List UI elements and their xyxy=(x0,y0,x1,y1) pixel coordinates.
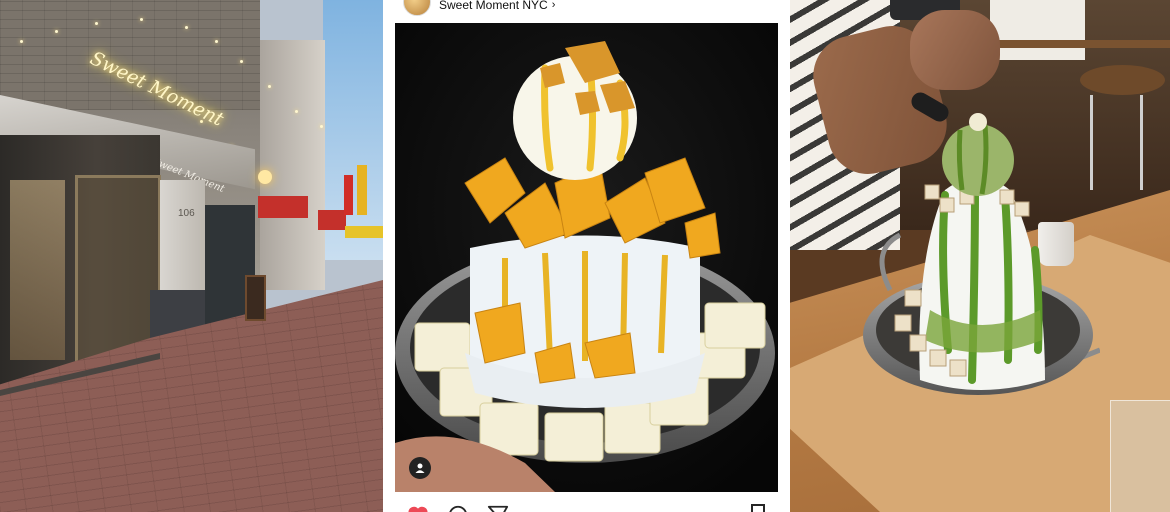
user-tag-icon[interactable] xyxy=(409,457,431,479)
bookmark-icon[interactable] xyxy=(750,504,766,512)
username-link[interactable]: Sweet Moment NYC xyxy=(439,0,548,12)
stool-leg xyxy=(1140,95,1143,190)
matcha-bingsu-illustration xyxy=(863,113,1100,395)
red-shop-sign-far xyxy=(318,210,346,230)
chevron-right-icon[interactable]: › xyxy=(552,0,556,11)
yellow-banner xyxy=(345,226,383,238)
share-icon[interactable] xyxy=(487,504,509,512)
stool-seat xyxy=(1080,65,1165,95)
glass xyxy=(1110,400,1170,512)
mango-bingsu-illustration xyxy=(395,23,778,492)
post-action-bar xyxy=(407,504,509,512)
vertical-yellow-sign xyxy=(357,165,367,215)
post-image[interactable] xyxy=(395,23,778,492)
post-header[interactable]: Sweet Moment NYC › xyxy=(403,0,555,16)
red-shop-sign xyxy=(258,196,308,218)
street-photo-panel: Sweet Moment Sweet Moment 106 xyxy=(0,0,383,512)
hand xyxy=(910,10,1000,90)
instagram-post-panel: Sweet Moment NYC › xyxy=(383,0,790,512)
address-number: 106 xyxy=(178,208,195,219)
heart-icon[interactable] xyxy=(407,505,429,512)
wall-shelf xyxy=(970,40,1170,48)
wall-lamp xyxy=(258,170,272,184)
avatar[interactable] xyxy=(403,0,431,16)
comment-icon[interactable] xyxy=(447,504,469,512)
interior-glow xyxy=(10,180,65,360)
vertical-red-sign xyxy=(344,175,353,215)
shelf-box xyxy=(990,0,1085,60)
matcha-bingsu-photo-panel xyxy=(790,0,1170,512)
sidewalk-chalkboard xyxy=(245,275,266,321)
